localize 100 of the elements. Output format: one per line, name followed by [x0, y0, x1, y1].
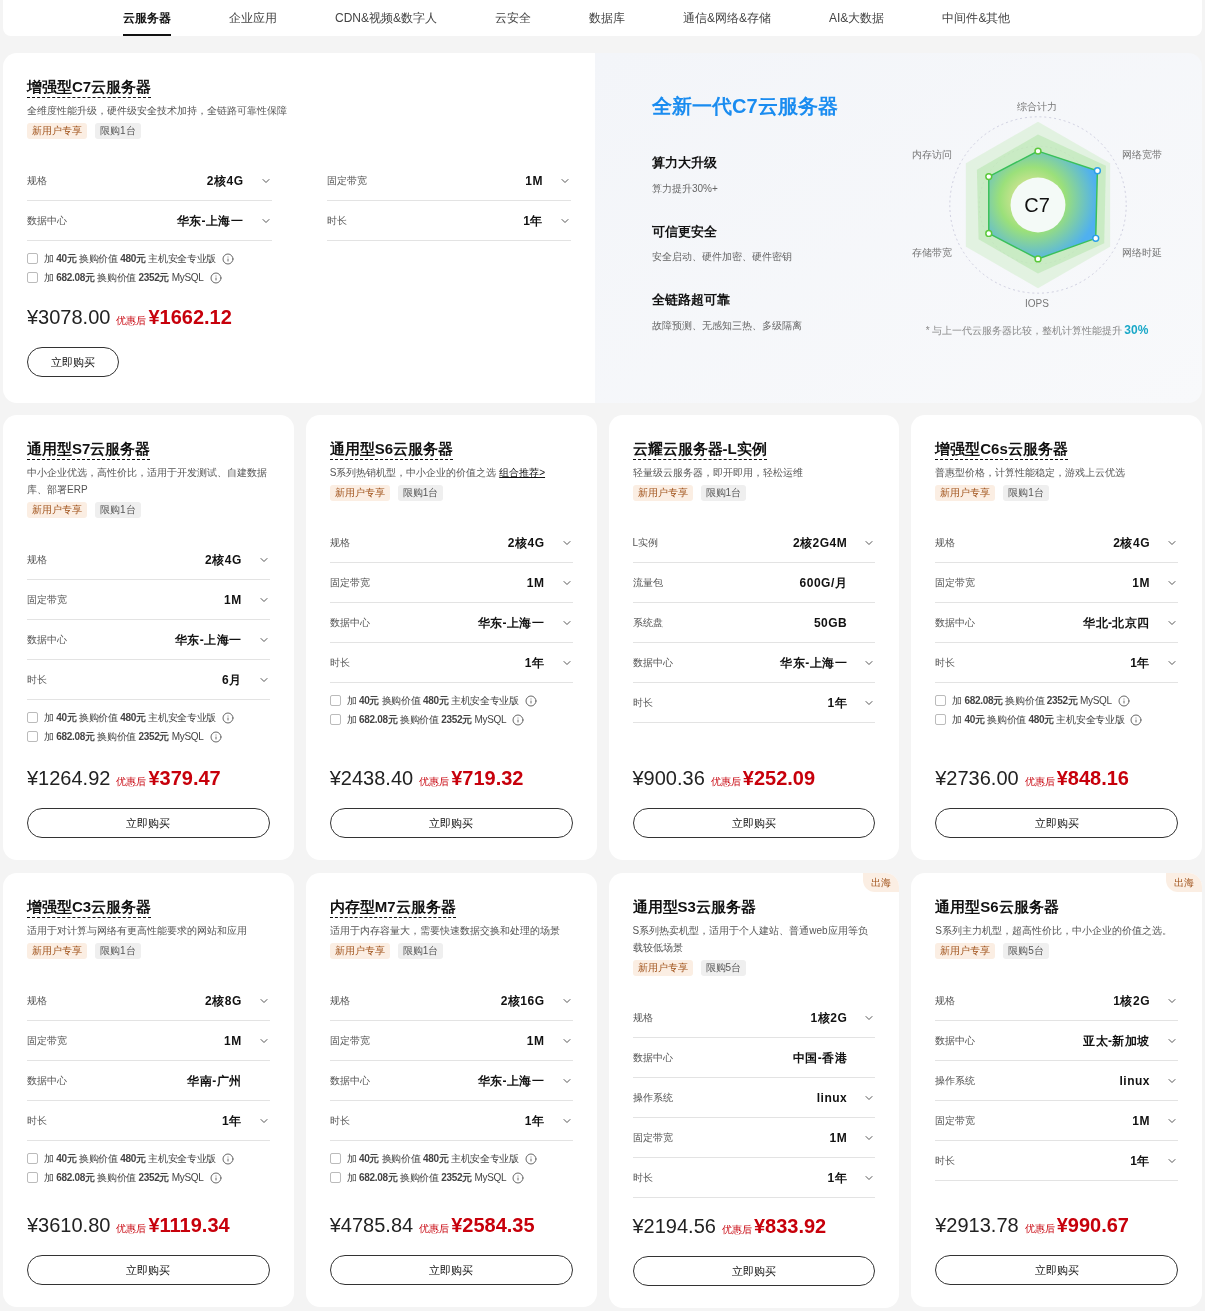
- category-tab[interactable]: 数据库: [589, 0, 625, 36]
- info-icon[interactable]: [222, 252, 235, 265]
- card-title[interactable]: 通用型S6云服务器: [935, 897, 1059, 918]
- field-value[interactable]: 华东-上海一: [174, 630, 242, 649]
- field-value[interactable]: 600G/月: [799, 573, 848, 592]
- info-icon[interactable]: [209, 271, 222, 284]
- checkbox[interactable]: [329, 714, 341, 725]
- field-value[interactable]: 1年: [1130, 1151, 1150, 1170]
- buy-button[interactable]: 立即购买: [329, 808, 573, 838]
- field-value[interactable]: 1核2G: [810, 1008, 848, 1027]
- field-label: 时长: [329, 656, 351, 670]
- info-icon[interactable]: [524, 1152, 537, 1165]
- field-value[interactable]: 50GB: [813, 613, 848, 632]
- field-value[interactable]: 1年: [1130, 653, 1150, 672]
- field-value[interactable]: 2核4G: [1113, 533, 1150, 552]
- field-value[interactable]: 1核2G: [1113, 991, 1150, 1010]
- field-value[interactable]: linux: [816, 1088, 848, 1107]
- category-tab[interactable]: 中间件&其他: [942, 0, 1011, 36]
- data-point: [1092, 234, 1100, 242]
- checkbox[interactable]: [935, 714, 947, 725]
- buy-button[interactable]: 立即购买: [27, 1255, 270, 1285]
- card-title[interactable]: 内存型M7云服务器: [329, 897, 456, 918]
- info-icon[interactable]: [1117, 694, 1130, 707]
- promo-title: 全新一代C7云服务器: [652, 94, 839, 119]
- checkbox[interactable]: [27, 712, 38, 723]
- field-value[interactable]: linux: [1119, 1071, 1150, 1090]
- addon-text: 加 40元 换购价值 480元 主机安全专业版: [44, 711, 217, 724]
- info-icon[interactable]: [209, 1171, 222, 1184]
- buy-button[interactable]: 立即购买: [935, 1255, 1178, 1285]
- card-title[interactable]: 增强型C7云服务器: [27, 77, 152, 98]
- field-value[interactable]: 1年: [524, 653, 545, 672]
- field-value[interactable]: 1年: [523, 211, 543, 230]
- field-value[interactable]: 华南-广州: [187, 1071, 242, 1090]
- field-value[interactable]: 1M: [224, 1031, 242, 1050]
- info-icon[interactable]: [209, 730, 222, 743]
- field-value[interactable]: 2核4G: [507, 533, 545, 552]
- checkbox[interactable]: [27, 272, 38, 283]
- category-tab[interactable]: 云服务器: [123, 0, 171, 36]
- buy-button[interactable]: 立即购买: [329, 1255, 573, 1285]
- info-icon[interactable]: [524, 694, 537, 707]
- info-icon[interactable]: [1130, 713, 1143, 726]
- field-value[interactable]: 2核2G4M: [792, 533, 848, 552]
- field-value[interactable]: 1M: [525, 171, 543, 190]
- bundle-link[interactable]: 组合推荐>: [499, 467, 546, 478]
- buy-button[interactable]: 立即购买: [935, 808, 1178, 838]
- addon-text: 加 40元 换购价值 480元 主机安全专业版: [952, 713, 1125, 726]
- field-label: 数据中心: [935, 616, 977, 630]
- category-tab[interactable]: 企业应用: [229, 0, 277, 36]
- checkbox[interactable]: [27, 731, 38, 742]
- info-icon[interactable]: [512, 1171, 525, 1184]
- field-value[interactable]: 华北-北京四: [1083, 613, 1150, 632]
- field-value[interactable]: 华东-上海一: [477, 613, 545, 632]
- field-value[interactable]: 华东-上海一: [477, 1071, 545, 1090]
- card-title[interactable]: 增强型C6s云服务器: [935, 439, 1068, 460]
- checkbox[interactable]: [27, 1153, 38, 1164]
- field-value[interactable]: 1年: [222, 1111, 242, 1130]
- checkbox[interactable]: [329, 1153, 341, 1164]
- field-value[interactable]: 1年: [524, 1111, 545, 1130]
- field-value[interactable]: 1M: [526, 1031, 545, 1050]
- card-title[interactable]: 通用型S6云服务器: [329, 439, 454, 460]
- buy-button[interactable]: 立即购买: [27, 808, 270, 838]
- field-value[interactable]: 1M: [829, 1128, 848, 1147]
- category-tab[interactable]: CDN&视频&数字人: [335, 0, 437, 36]
- card-description: S系列热卖机型，适用于个人建站、普通web应用等负载较低场景: [632, 925, 868, 953]
- field-value[interactable]: 2核8G: [205, 991, 242, 1010]
- field-value[interactable]: 6月: [222, 670, 242, 689]
- category-tab[interactable]: AI&大数据: [829, 0, 885, 36]
- field-value[interactable]: 1年: [827, 693, 848, 712]
- checkbox[interactable]: [27, 1172, 38, 1183]
- checkbox[interactable]: [329, 1172, 341, 1183]
- checkbox[interactable]: [27, 253, 38, 264]
- card-title[interactable]: 通用型S3云服务器: [632, 897, 756, 918]
- field-value[interactable]: 中国-香港: [792, 1048, 848, 1067]
- buy-button[interactable]: 立即购买: [632, 1256, 876, 1286]
- checkbox[interactable]: [329, 695, 341, 706]
- discount-price: ¥2584.35: [451, 1213, 535, 1237]
- card-title[interactable]: 增强型C3云服务器: [27, 897, 152, 918]
- category-tab[interactable]: 云安全: [495, 0, 531, 36]
- field-value[interactable]: 1M: [1132, 573, 1150, 592]
- checkbox[interactable]: [935, 695, 947, 706]
- buy-button[interactable]: 立即购买: [632, 808, 876, 838]
- info-icon[interactable]: [512, 713, 525, 726]
- card-title[interactable]: 通用型S7云服务器: [27, 439, 151, 460]
- info-icon[interactable]: [222, 1152, 235, 1165]
- buy-button[interactable]: 立即购买: [27, 347, 119, 377]
- field-value[interactable]: 亚太-新加坡: [1083, 1031, 1150, 1050]
- field-label: 固定带宽: [326, 174, 368, 188]
- field-value[interactable]: 1M: [224, 590, 242, 609]
- info-icon[interactable]: [222, 711, 235, 724]
- discount-price: ¥719.32: [451, 766, 524, 790]
- field-value[interactable]: 2核16G: [500, 991, 545, 1010]
- field-value[interactable]: 2核4G: [206, 171, 244, 190]
- field-value[interactable]: 华东-上海一: [780, 653, 848, 672]
- card-title[interactable]: 云耀云服务器-L实例: [632, 439, 767, 460]
- field-value[interactable]: 华东-上海一: [176, 211, 244, 230]
- field-value[interactable]: 2核4G: [205, 550, 242, 569]
- field-value[interactable]: 1年: [827, 1168, 848, 1187]
- field-value[interactable]: 1M: [1132, 1111, 1150, 1130]
- field-value[interactable]: 1M: [526, 573, 545, 592]
- category-tab[interactable]: 通信&网络&存储: [683, 0, 772, 36]
